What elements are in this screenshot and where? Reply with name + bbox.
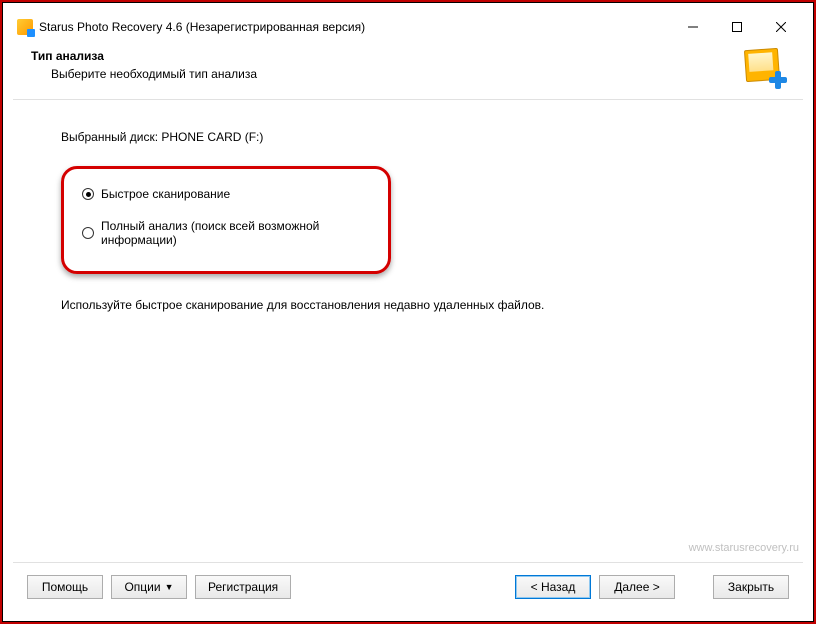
close-button[interactable]: Закрыть <box>713 575 789 599</box>
app-icon <box>17 19 33 35</box>
next-button-label: Далее > <box>614 580 660 594</box>
photo-recovery-icon <box>745 49 785 87</box>
selected-disk-label: Выбранный диск: PHONE CARD (F:) <box>61 130 755 144</box>
close-button-label: Закрыть <box>728 580 774 594</box>
radio-icon <box>82 188 94 200</box>
minimize-icon <box>688 22 698 32</box>
chevron-down-icon: ▼ <box>165 582 174 592</box>
options-button[interactable]: Опции ▼ <box>111 575 187 599</box>
maximize-icon <box>732 22 742 32</box>
full-scan-radio[interactable]: Полный анализ (поиск всей возможной инфо… <box>82 219 370 247</box>
wizard-header: Тип анализа Выберите необходимый тип ана… <box>13 41 803 100</box>
quick-scan-label: Быстрое сканирование <box>101 187 230 201</box>
scan-options-group: Быстрое сканирование Полный анализ (поис… <box>61 166 391 274</box>
minimize-button[interactable] <box>671 13 715 41</box>
help-button[interactable]: Помощь <box>27 575 103 599</box>
back-button-label: < Назад <box>531 580 576 594</box>
wizard-content: Выбранный диск: PHONE CARD (F:) Быстрое … <box>13 100 803 562</box>
back-button[interactable]: < Назад <box>515 575 591 599</box>
wizard-footer: Помощь Опции ▼ Регистрация < Назад Далее… <box>13 563 803 611</box>
scan-description: Используйте быстрое сканирование для вос… <box>61 298 755 312</box>
next-button[interactable]: Далее > <box>599 575 675 599</box>
titlebar: Starus Photo Recovery 4.6 (Незарегистрир… <box>13 13 803 41</box>
window-controls <box>671 13 803 41</box>
full-scan-label: Полный анализ (поиск всей возможной инфо… <box>101 219 370 247</box>
registration-button[interactable]: Регистрация <box>195 575 291 599</box>
radio-icon <box>82 227 94 239</box>
maximize-button[interactable] <box>715 13 759 41</box>
registration-button-label: Регистрация <box>208 580 278 594</box>
options-button-label: Опции <box>124 580 160 594</box>
window-title: Starus Photo Recovery 4.6 (Незарегистрир… <box>39 20 365 34</box>
app-window: Starus Photo Recovery 4.6 (Незарегистрир… <box>13 13 803 611</box>
page-title: Тип анализа <box>31 49 745 63</box>
quick-scan-radio[interactable]: Быстрое сканирование <box>82 187 370 201</box>
page-subtitle: Выберите необходимый тип анализа <box>31 67 745 81</box>
watermark-text: www.starusrecovery.ru <box>689 542 799 554</box>
close-window-button[interactable] <box>759 13 803 41</box>
help-button-label: Помощь <box>42 580 88 594</box>
close-icon <box>776 22 786 32</box>
